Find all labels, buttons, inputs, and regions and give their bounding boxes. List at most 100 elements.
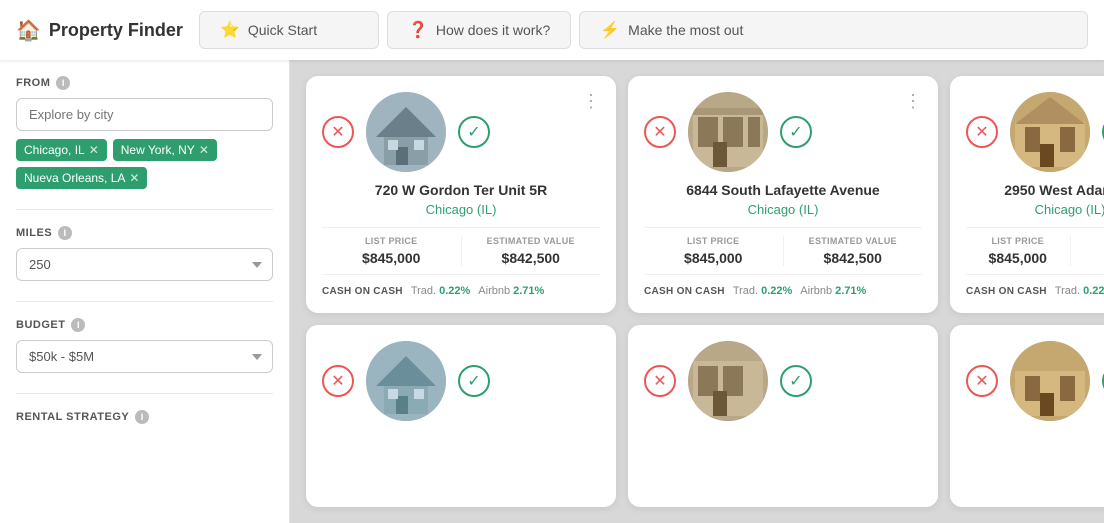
card-1-reject-button[interactable]: ✕ xyxy=(322,116,354,148)
card-3-metrics: CASH ON CASH Trad. 0.22% xyxy=(966,285,1104,297)
rental-strategy-section: RENTAL STRATEGY i xyxy=(16,410,273,424)
card-1-airbnb-value: 2.71% xyxy=(513,285,544,297)
property-card-4: ✕ ✓ xyxy=(306,325,616,507)
tag-chicago-label: Chicago, IL xyxy=(24,143,85,157)
main-layout: FROM i Chicago, IL ✕ New York, NY ✕ Nuev… xyxy=(0,60,1104,523)
card-1-address: 720 W Gordon Ter Unit 5R Chicago (IL) xyxy=(322,182,600,217)
property-card-5: ✕ ✓ xyxy=(628,325,938,507)
card-2-reject-button[interactable]: ✕ xyxy=(644,116,676,148)
card-1-est-value-label: ESTIMATED VALUE xyxy=(462,236,601,246)
how-it-works-label: How does it work? xyxy=(436,22,550,38)
make-most-button[interactable]: ⚡ Make the most out xyxy=(579,11,1088,49)
miles-select[interactable]: 250 100 500 xyxy=(16,248,273,281)
card-5-reject-button[interactable]: ✕ xyxy=(644,365,676,397)
card-1-est-value: $842,500 xyxy=(462,250,601,266)
card-3-cash-label: CASH ON CASH xyxy=(966,286,1047,297)
card-1-trad-metric: Trad. 0.22% xyxy=(411,285,470,297)
card-1-cash-label: CASH ON CASH xyxy=(322,286,403,297)
sidebar: FROM i Chicago, IL ✕ New York, NY ✕ Nuev… xyxy=(0,60,290,523)
card-2-menu-icon[interactable]: ⋮ xyxy=(904,92,922,110)
card-2-prices: LIST PRICE $845,000 ESTIMATED VALUE $842… xyxy=(644,227,922,275)
miles-info-icon[interactable]: i xyxy=(58,226,72,240)
card-4-image xyxy=(366,341,446,421)
card-2-list-price-value: $845,000 xyxy=(644,250,783,266)
from-section: FROM i Chicago, IL ✕ New York, NY ✕ Nuev… xyxy=(16,76,273,189)
card-2-city[interactable]: Chicago (IL) xyxy=(644,202,922,217)
make-most-label: Make the most out xyxy=(628,22,743,38)
tag-new-york-label: New York, NY xyxy=(121,143,195,157)
from-info-icon[interactable]: i xyxy=(56,76,70,90)
card-2-list-price-label: LIST PRICE xyxy=(644,236,783,246)
card-3-trad-value: 0.22% xyxy=(1083,285,1104,297)
divider-3 xyxy=(16,393,273,394)
content-area: ✕ ✓ ⋮ xyxy=(290,60,1104,523)
card-6-top: ✕ ✓ xyxy=(966,341,1104,421)
tag-new-york-close[interactable]: ✕ xyxy=(199,143,209,157)
card-3-prices: LIST PRICE $845,000 ES xyxy=(966,227,1104,275)
card-2-est-value-label: ESTIMATED VALUE xyxy=(784,236,923,246)
card-3-image xyxy=(1010,92,1090,172)
tag-new-york[interactable]: New York, NY ✕ xyxy=(113,139,217,161)
tag-nueva-orleans[interactable]: Nueva Orleans, LA ✕ xyxy=(16,167,147,189)
app-title: Property Finder xyxy=(49,20,183,41)
miles-label: MILES i xyxy=(16,226,273,240)
tag-nueva-orleans-close[interactable]: ✕ xyxy=(129,171,139,185)
rental-info-icon[interactable]: i xyxy=(135,410,149,424)
card-4-reject-button[interactable]: ✕ xyxy=(322,365,354,397)
card-1-city[interactable]: Chicago (IL) xyxy=(322,202,600,217)
card-2-airbnb-metric: Airbnb 2.71% xyxy=(800,285,866,297)
card-4-top: ✕ ✓ xyxy=(322,341,600,421)
quick-start-label: Quick Start xyxy=(248,22,317,38)
how-it-works-button[interactable]: ❓ How does it work? xyxy=(387,11,571,49)
rental-strategy-label: RENTAL STRATEGY i xyxy=(16,410,273,424)
city-tags: Chicago, IL ✕ New York, NY ✕ Nueva Orlea… xyxy=(16,139,273,189)
card-2-list-price-col: LIST PRICE $845,000 xyxy=(644,236,783,266)
header-nav: ⭐ Quick Start ❓ How does it work? ⚡ Make… xyxy=(199,11,1088,49)
quick-start-button[interactable]: ⭐ Quick Start xyxy=(199,11,379,49)
card-1-accept-button[interactable]: ✓ xyxy=(458,116,490,148)
card-3-city[interactable]: Chicago (IL) xyxy=(966,202,1104,217)
card-3-est-value-col: ES xyxy=(1070,236,1104,266)
card-1-trad-value: 0.22% xyxy=(439,285,470,297)
city-search-input[interactable] xyxy=(16,98,273,131)
divider-1 xyxy=(16,209,273,210)
card-1-menu-icon[interactable]: ⋮ xyxy=(582,92,600,110)
card-2-trad-value: 0.22% xyxy=(761,285,792,297)
card-1-street: 720 W Gordon Ter Unit 5R xyxy=(322,182,600,198)
card-4-accept-button[interactable]: ✓ xyxy=(458,365,490,397)
property-card-6: ✕ ✓ xyxy=(950,325,1104,507)
card-3-trad-metric: Trad. 0.22% xyxy=(1055,285,1104,297)
card-2-accept-button[interactable]: ✓ xyxy=(780,116,812,148)
card-3-reject-button[interactable]: ✕ xyxy=(966,116,998,148)
card-2-cash-label: CASH ON CASH xyxy=(644,286,725,297)
card-1-top: ✕ ✓ ⋮ xyxy=(322,92,600,172)
cards-grid: ✕ ✓ ⋮ xyxy=(306,76,1088,507)
tag-chicago-close[interactable]: ✕ xyxy=(89,143,99,157)
card-3-top: ✕ ✓ ⋮ xyxy=(966,92,1104,172)
app-logo: 🏠 Property Finder xyxy=(16,18,183,43)
card-3-list-price-col: LIST PRICE $845,000 xyxy=(966,236,1070,266)
budget-select[interactable]: $50k - $5M $100k - $1M $200k - $2M xyxy=(16,340,273,373)
budget-info-icon[interactable]: i xyxy=(71,318,85,332)
card-3-est-value-label: ES xyxy=(1071,236,1104,246)
card-6-image xyxy=(1010,341,1090,421)
miles-section: MILES i 250 100 500 xyxy=(16,226,273,281)
app-header: 🏠 Property Finder ⭐ Quick Start ❓ How do… xyxy=(0,0,1104,60)
from-label: FROM i xyxy=(16,76,273,90)
card-5-accept-button[interactable]: ✓ xyxy=(780,365,812,397)
card-2-est-value-col: ESTIMATED VALUE $842,500 xyxy=(783,236,923,266)
card-2-metrics: CASH ON CASH Trad. 0.22% Airbnb 2.71% xyxy=(644,285,922,297)
divider-2 xyxy=(16,301,273,302)
card-6-reject-button[interactable]: ✕ xyxy=(966,365,998,397)
cards-row-2: ✕ ✓ xyxy=(306,325,1088,507)
card-5-image xyxy=(688,341,768,421)
property-card-3: ✕ ✓ ⋮ xyxy=(950,76,1104,313)
card-2-image xyxy=(688,92,768,172)
card-1-airbnb-metric: Airbnb 2.71% xyxy=(478,285,544,297)
card-1-est-value-col: ESTIMATED VALUE $842,500 xyxy=(461,236,601,266)
budget-section: BUDGET i $50k - $5M $100k - $1M $200k - … xyxy=(16,318,273,373)
card-1-list-price-label: LIST PRICE xyxy=(322,236,461,246)
lightning-icon: ⚡ xyxy=(600,20,620,40)
card-2-airbnb-value: 2.71% xyxy=(835,285,866,297)
tag-chicago[interactable]: Chicago, IL ✕ xyxy=(16,139,107,161)
